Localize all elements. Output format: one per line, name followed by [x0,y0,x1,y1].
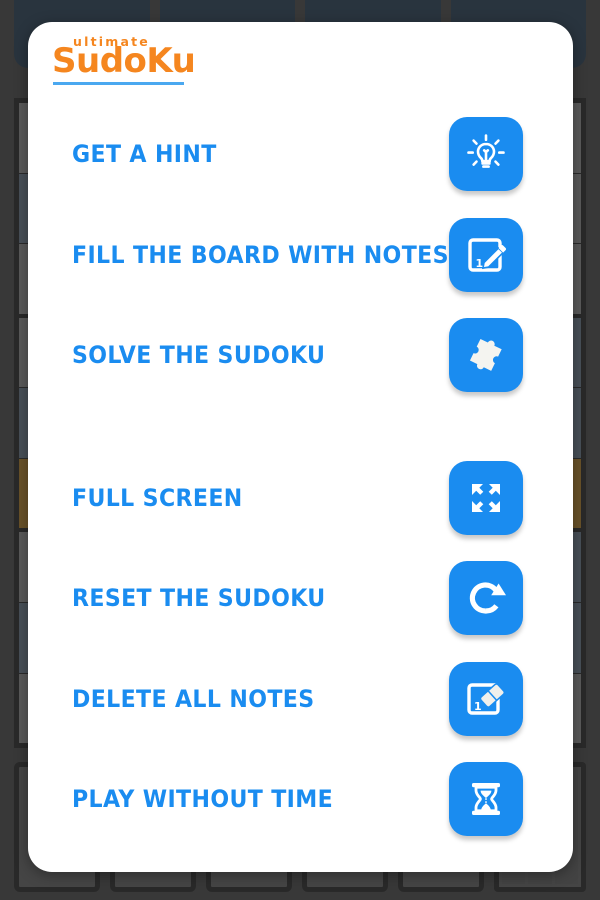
menu-item-label: GET A HINT [72,140,217,169]
note-eraser-icon[interactable]: 1 [449,661,523,736]
svg-text:1: 1 [476,257,484,270]
svg-text:1: 1 [474,700,482,713]
menu-item-full-screen[interactable]: FULL SCREEN [28,448,573,549]
fullscreen-arrows-icon[interactable] [449,460,523,535]
menu-item-label: RESET THE SUDOKU [72,584,326,613]
menu-item-reset-the-sudoku[interactable]: RESET THE SUDOKU [28,548,573,649]
menu-item-get-a-hint[interactable]: GET A HINT [28,104,573,205]
lightbulb-icon[interactable] [449,117,523,192]
game-screen: ultimate SudoKu GET A HINT FILL THE BOAR… [0,0,600,900]
menu-item-label: SOLVE THE SUDOKU [72,341,326,370]
note-pencil-icon[interactable]: 1 [449,217,523,292]
menu-item-label: FULL SCREEN [72,483,243,512]
puzzle-piece-icon[interactable] [449,318,523,393]
menu-item-play-without-time[interactable]: PLAY WITHOUT TIME [28,749,573,850]
options-menu-list: GET A HINT FILL THE BOARD WITH NOTES 1 S… [28,104,573,850]
menu-item-fill-board-with-notes[interactable]: FILL THE BOARD WITH NOTES 1 [28,205,573,306]
logo-underline [53,82,184,85]
options-menu-modal: ultimate SudoKu GET A HINT FILL THE BOAR… [28,22,573,872]
menu-item-solve-the-sudoku[interactable]: SOLVE THE SUDOKU [28,305,573,406]
refresh-circle-icon[interactable] [449,561,523,636]
hourglass-icon[interactable] [449,762,523,837]
game-logo: ultimate SudoKu [42,30,202,92]
menu-item-label: PLAY WITHOUT TIME [72,785,334,814]
menu-item-delete-all-notes[interactable]: DELETE ALL NOTES 1 [28,649,573,750]
menu-item-label: FILL THE BOARD WITH NOTES [72,240,449,269]
logo-sudoku-text: SudoKu [52,41,196,81]
menu-item-label: DELETE ALL NOTES [72,684,315,713]
